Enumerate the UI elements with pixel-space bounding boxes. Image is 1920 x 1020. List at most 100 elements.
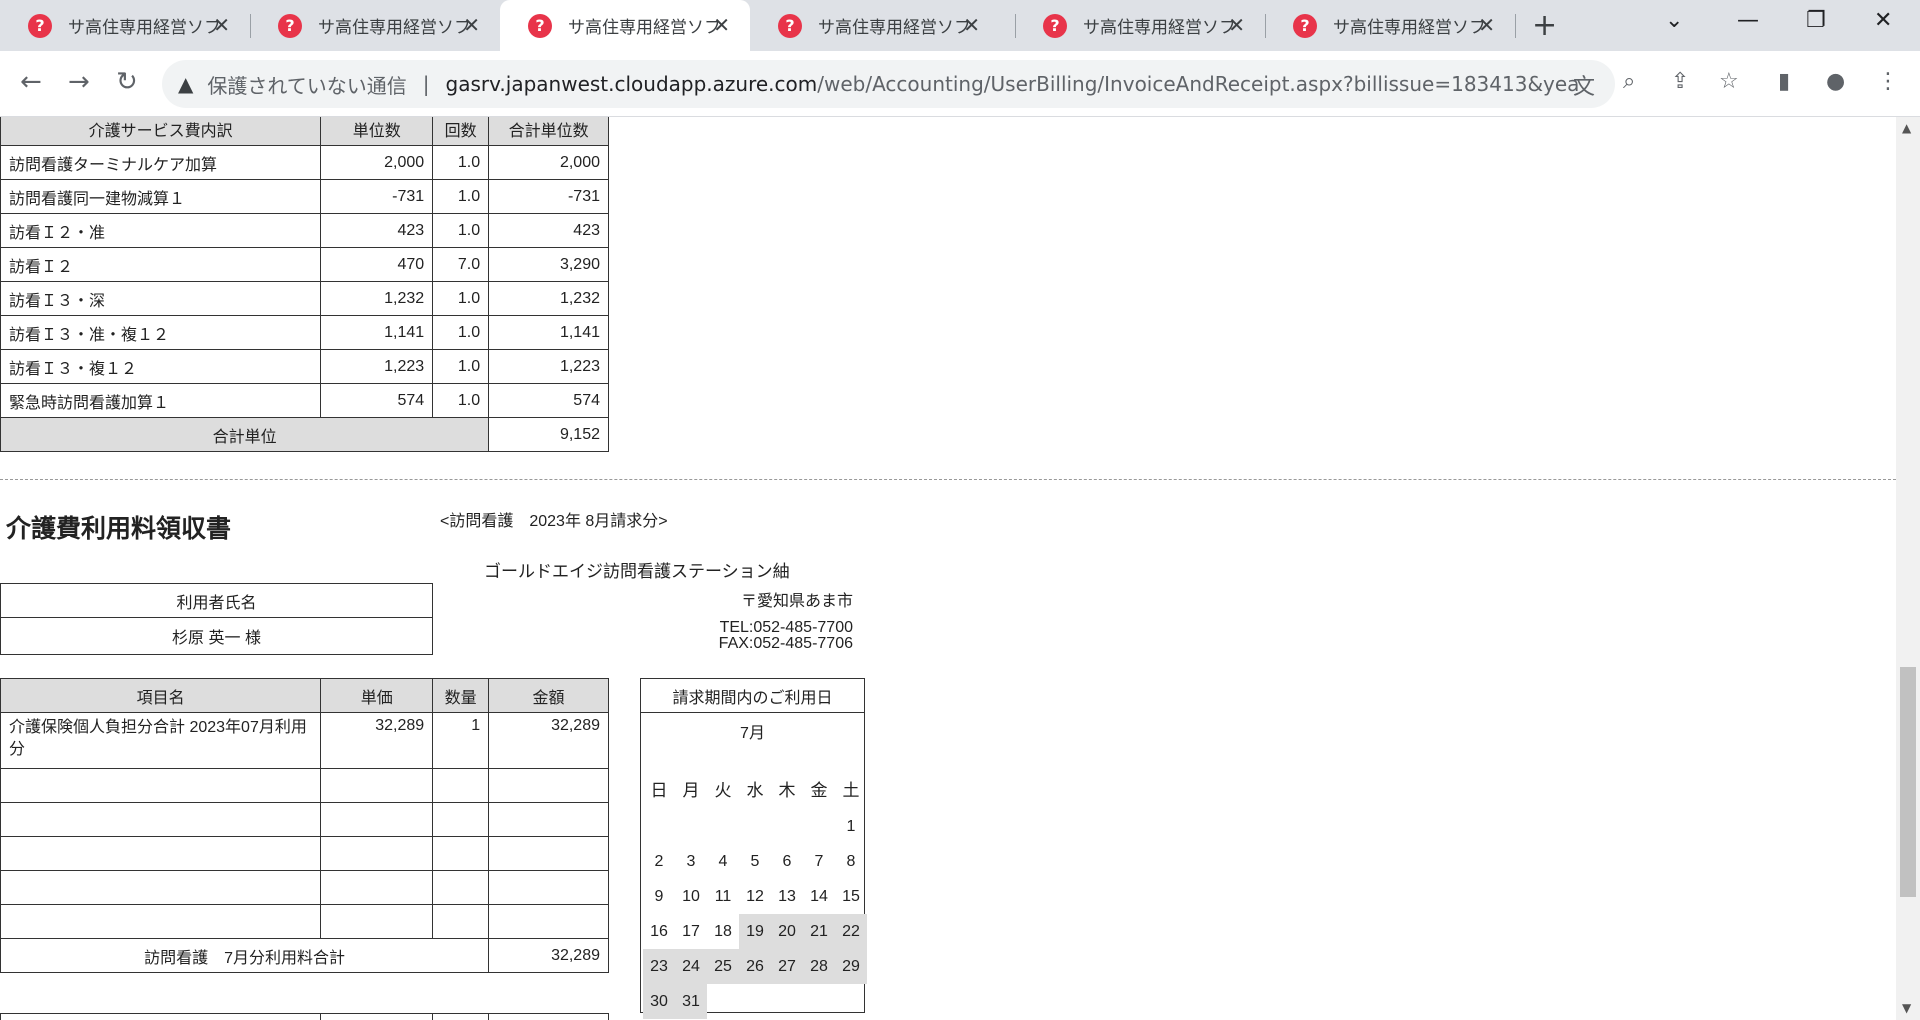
item-name: 介護保険個人負担分合計 2023年07月利用分 <box>0 712 322 769</box>
column-header: 金額 <box>488 678 609 713</box>
table-row-empty <box>0 904 609 939</box>
close-icon[interactable]: ✕ <box>213 13 230 37</box>
next-table-edge <box>0 1013 609 1020</box>
reload-icon[interactable]: ↻ <box>116 67 138 97</box>
tab-search-chevron-icon[interactable]: ⌄ <box>1665 8 1683 33</box>
weekday-label: 火 <box>714 781 732 800</box>
times-count: 7.0 <box>432 247 490 282</box>
translate-icon[interactable]: 文 <box>1573 69 1595 101</box>
back-arrow-icon[interactable]: ← <box>20 67 42 97</box>
calendar-day: 6 <box>782 853 792 870</box>
weekday-label: 水 <box>746 781 764 800</box>
unit-count: 1,223 <box>320 349 434 384</box>
bookmark-star-icon[interactable]: ☆ <box>1719 69 1739 94</box>
weekday-label: 土 <box>842 781 860 800</box>
user-name-value: 杉原 英一 様 <box>0 617 433 655</box>
help-icon: ? <box>1043 13 1067 38</box>
scroll-up-arrow-icon[interactable]: ▲ <box>1902 121 1911 135</box>
column-header: 介護サービス費内訳 <box>0 117 322 146</box>
station-tel: TEL:052-485-7700 <box>719 619 853 636</box>
table-row: 訪看Ｉ３・複１２ 1,223 1.0 1,223 <box>0 349 609 384</box>
total-units: 3,290 <box>488 247 609 282</box>
station-fax: FAX:052-485-7706 <box>718 635 853 652</box>
tab-title: サ高住専用経営ソフ <box>818 18 968 38</box>
scrollbar-thumb[interactable] <box>1900 667 1916 897</box>
service-name: 訪看Ｉ２・准 <box>0 213 322 248</box>
table-row-empty <box>0 870 609 905</box>
calendar-day: 17 <box>682 923 700 940</box>
total-value: 9,152 <box>488 417 609 452</box>
warning-triangle-icon[interactable]: ▲ <box>178 72 193 96</box>
table-row: 訪問看護同一建物減算１ -731 1.0 -731 <box>0 179 609 214</box>
total-label: 合計単位 <box>0 417 490 452</box>
new-tab-plus-icon[interactable]: + <box>1532 8 1557 43</box>
calendar-weekdays: 日 月 火 水 木 金 土 <box>643 774 867 808</box>
browser-tab[interactable]: ? サ高住専用経営ソフ ✕ <box>1265 0 1515 51</box>
zoom-icon[interactable]: ⌕ <box>1623 69 1635 94</box>
times-count: 1.0 <box>432 145 490 180</box>
service-name: 訪問看護ターミナルケア加算 <box>0 145 322 180</box>
help-icon: ? <box>278 13 302 38</box>
help-icon: ? <box>28 13 52 38</box>
close-icon[interactable]: ✕ <box>963 13 980 37</box>
restore-icon[interactable]: ❐ <box>1806 8 1826 33</box>
profile-avatar-icon[interactable]: ● <box>1826 69 1845 94</box>
calendar-blank <box>739 809 771 844</box>
vertical-scrollbar[interactable]: ▲ ▼ <box>1896 117 1920 1020</box>
scroll-down-arrow-icon[interactable]: ▼ <box>1902 1001 1911 1015</box>
service-name: 訪看Ｉ３・准・複１２ <box>0 315 322 350</box>
calendar-day-used: 28 <box>803 949 835 984</box>
calendar-day-used: 23 <box>643 949 675 984</box>
window-close-icon[interactable]: ✕ <box>1874 8 1892 33</box>
times-count: 1.0 <box>432 179 490 214</box>
table-row: 訪看Ｉ２ 470 7.0 3,290 <box>0 247 609 282</box>
tab-title: サ高住専用経営ソフ <box>68 18 218 38</box>
column-header: 単価 <box>320 678 434 713</box>
browser-tab[interactable]: ? サ高住専用経営ソフ ✕ <box>750 0 1000 51</box>
calendar-day-used: 26 <box>739 949 771 984</box>
calendar-month: 7月 <box>740 725 765 742</box>
calendar-blank <box>707 809 739 844</box>
tab-title: サ高住専用経営ソフ <box>318 18 468 38</box>
table-row: 訪看Ｉ３・准・複１２ 1,141 1.0 1,141 <box>0 315 609 350</box>
calendar-day-used: 27 <box>771 949 803 984</box>
browser-tab[interactable]: ? サ高住専用経営ソフ ✕ <box>1015 0 1265 51</box>
calendar-day: 13 <box>778 888 796 905</box>
receipt-items-table: 項目名 単価 数量 金額 介護保険個人負担分合計 2023年07月利用分 32,… <box>0 678 609 973</box>
weekday-label: 金 <box>810 781 828 800</box>
close-icon[interactable]: ✕ <box>463 13 480 37</box>
calendar-day: 4 <box>718 853 728 870</box>
table-row-empty <box>0 836 609 871</box>
security-status[interactable]: 保護されていない通信 <box>207 70 406 99</box>
browser-tab-active[interactable]: ? サ高住専用経営ソフ ✕ <box>500 0 750 51</box>
item-unit-price: 32,289 <box>320 712 434 769</box>
calendar-day-used: 20 <box>771 914 803 949</box>
user-name-table: 利用者氏名 杉原 英一 様 <box>0 583 433 655</box>
forward-arrow-icon[interactable]: → <box>68 67 90 97</box>
close-icon[interactable]: ✕ <box>1228 13 1245 37</box>
url-text[interactable]: gasrv.japanwest.cloudapp.azure.com/web/A… <box>446 72 1581 96</box>
calendar-day-used: 29 <box>835 949 867 984</box>
table-row: 訪問看護ターミナルケア加算 2,000 1.0 2,000 <box>0 145 609 180</box>
side-panel-icon[interactable]: ▮ <box>1778 69 1790 94</box>
browser-toolbar: ← → ↻ ▲ 保護されていない通信 | gasrv.japanwest.clo… <box>0 51 1920 117</box>
calendar-day-used: 25 <box>707 949 739 984</box>
minimize-icon[interactable]: — <box>1737 8 1759 33</box>
menu-kebab-icon[interactable]: ⋮ <box>1877 69 1899 94</box>
calendar-day: 15 <box>842 888 860 905</box>
browser-tab[interactable]: ? サ高住専用経営ソフ ✕ <box>0 0 250 51</box>
tab-title: サ高住専用経営ソフ <box>568 18 718 38</box>
address-bar[interactable]: ▲ 保護されていない通信 | gasrv.japanwest.cloudapp.… <box>162 60 1615 108</box>
close-icon[interactable]: ✕ <box>1478 13 1495 37</box>
times-count: 1.0 <box>432 383 490 418</box>
table-row: 訪看Ｉ２・准 423 1.0 423 <box>0 213 609 248</box>
close-icon[interactable]: ✕ <box>713 13 730 37</box>
calendar-day-used: 21 <box>803 914 835 949</box>
share-icon[interactable]: ⇪ <box>1671 69 1689 94</box>
total-units: 423 <box>488 213 609 248</box>
total-row: 合計単位 9,152 <box>0 417 609 452</box>
table-row-empty <box>0 802 609 837</box>
calendar-day-used: 22 <box>835 914 867 949</box>
tab-strip: ? サ高住専用経営ソフ ✕ ? サ高住専用経営ソフ ✕ ? サ高住専用経営ソフ … <box>0 0 1920 51</box>
browser-tab[interactable]: ? サ高住専用経営ソフ ✕ <box>250 0 500 51</box>
